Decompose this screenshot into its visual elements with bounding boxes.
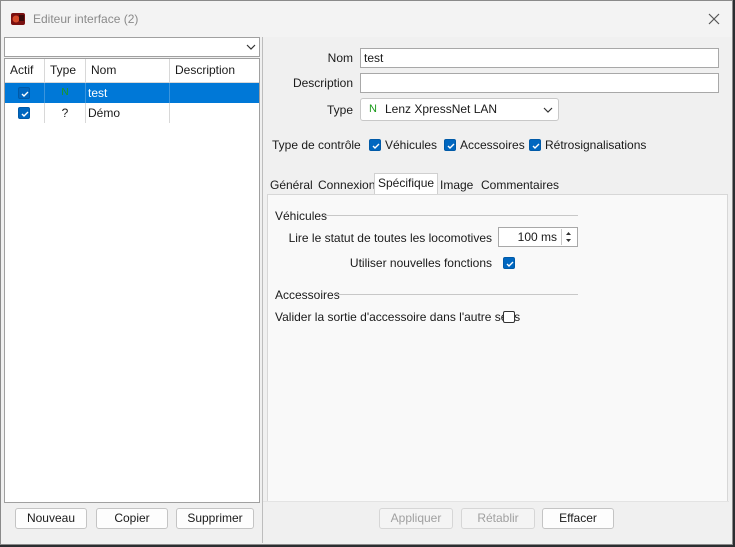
- pane-divider[interactable]: [262, 37, 263, 543]
- column-header-type[interactable]: Type: [45, 59, 86, 82]
- checkbox-checked-icon: [444, 139, 456, 151]
- interface-editor-window: Editeur interface (2) Actif Type Nom Des…: [0, 0, 733, 545]
- table-row[interactable]: N test: [5, 83, 259, 103]
- delete-button[interactable]: Supprimer: [176, 508, 254, 529]
- vehicles-checkbox-label: Véhicules: [385, 138, 438, 152]
- row-active-checkbox[interactable]: [18, 87, 30, 99]
- interface-list-pane: Actif Type Nom Description N test ? Démo: [4, 37, 260, 503]
- spin-down-icon[interactable]: [562, 237, 575, 245]
- apply-button[interactable]: Appliquer: [379, 508, 453, 529]
- tab-connexion[interactable]: Connexion: [315, 176, 378, 194]
- filter-combo[interactable]: [4, 37, 260, 57]
- loco-status-value: 100 ms: [517, 230, 557, 244]
- tab-image[interactable]: Image: [437, 176, 476, 194]
- cell-actif: [5, 83, 45, 103]
- tab-specifique[interactable]: Spécifique: [374, 173, 439, 195]
- name-label: Nom: [327, 51, 353, 65]
- restore-button[interactable]: Rétablir: [461, 508, 535, 529]
- column-header-description[interactable]: Description: [170, 59, 259, 82]
- interface-table[interactable]: Actif Type Nom Description N test ? Démo: [4, 58, 260, 503]
- tab-general[interactable]: Général: [267, 176, 316, 194]
- new-functions-label: Utiliser nouvelles fonctions: [349, 256, 492, 270]
- name-input[interactable]: test: [360, 48, 719, 68]
- type-label: Type: [326, 103, 353, 117]
- cell-description: [170, 83, 259, 103]
- chevron-down-icon: [543, 107, 553, 113]
- group-divider: [335, 294, 578, 295]
- new-functions-checkbox[interactable]: [503, 257, 515, 269]
- feedback-checkbox-label: Rétrosignalisations: [545, 138, 647, 152]
- clear-button[interactable]: Effacer: [542, 508, 614, 529]
- checkbox-checked-icon: [369, 139, 381, 151]
- loco-status-spinbox[interactable]: 100 ms: [498, 227, 578, 247]
- window-title: Editeur interface (2): [33, 12, 139, 26]
- title-bar[interactable]: Editeur interface (2): [1, 1, 732, 37]
- spin-buttons[interactable]: [561, 229, 576, 245]
- column-header-actif[interactable]: Actif: [5, 59, 45, 82]
- footer-separator: [263, 501, 729, 502]
- vehicles-group-title: Véhicules: [275, 209, 328, 223]
- type-n-icon: N: [369, 103, 377, 115]
- new-button[interactable]: Nouveau: [15, 508, 87, 529]
- loco-status-label: Lire le statut de toutes les locomotives: [288, 231, 492, 245]
- app-logo-icon: [11, 13, 25, 25]
- table-header: Actif Type Nom Description: [5, 59, 259, 83]
- type-select[interactable]: N Lenz XpressNet LAN: [360, 98, 559, 121]
- accessories-checkbox-label: Accessoires: [460, 138, 525, 152]
- validate-output-checkbox[interactable]: [503, 311, 515, 323]
- group-divider: [324, 215, 578, 216]
- control-type-label: Type de contrôle: [272, 138, 361, 152]
- spin-up-icon[interactable]: [562, 229, 575, 237]
- cell-nom: test: [86, 83, 170, 103]
- cell-type: N: [45, 83, 86, 103]
- tab-commentaires[interactable]: Commentaires: [478, 176, 562, 194]
- column-header-nom[interactable]: Nom: [86, 59, 170, 82]
- cell-type: ?: [45, 103, 86, 123]
- validate-output-label: Valider la sortie d'accessoire dans l'au…: [275, 310, 521, 324]
- cell-actif: [5, 103, 45, 123]
- cell-nom: Démo: [86, 103, 170, 123]
- accessories-group-title: Accessoires: [275, 288, 340, 302]
- copy-button[interactable]: Copier: [96, 508, 168, 529]
- type-select-value: Lenz XpressNet LAN: [385, 102, 498, 116]
- description-input[interactable]: [360, 73, 719, 93]
- row-active-checkbox[interactable]: [18, 107, 30, 119]
- description-label: Description: [292, 76, 353, 90]
- table-row[interactable]: ? Démo: [5, 103, 259, 123]
- checkbox-checked-icon: [529, 139, 541, 151]
- chevron-down-icon: [246, 44, 256, 50]
- close-icon[interactable]: [704, 9, 724, 29]
- cell-description: [170, 103, 259, 123]
